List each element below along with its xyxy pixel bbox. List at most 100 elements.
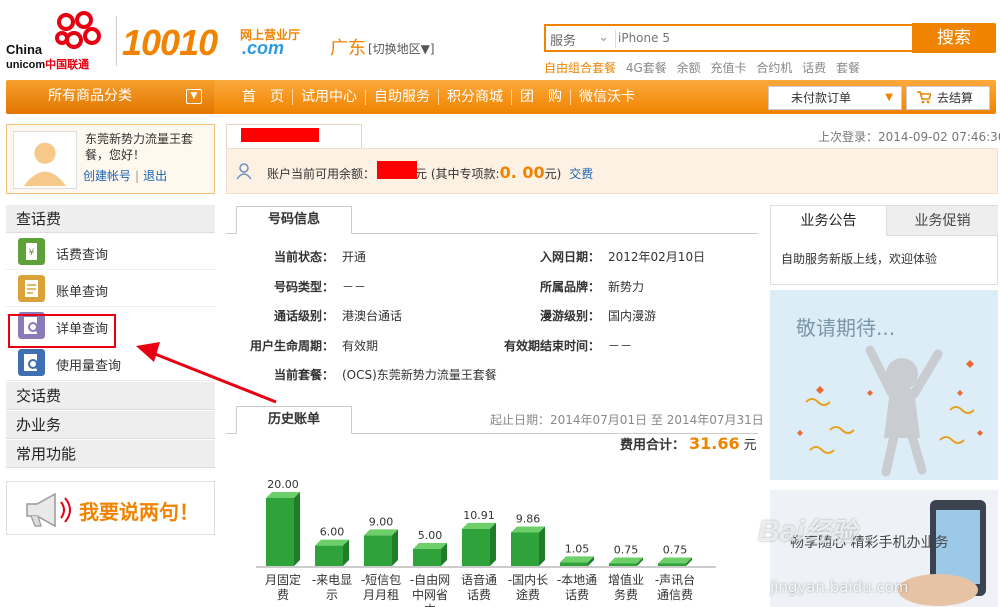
search-category-select[interactable]: 服务 ⌄ — [550, 30, 616, 49]
chart-bar — [609, 557, 643, 566]
balance-bar: 账户当前可用余额：元 (其中专项款:0. 00元) 交费 — [226, 148, 998, 194]
info-join-date: 入网日期： 2012年02月10日 — [539, 250, 706, 264]
info-status: 当前状态： 开通 — [273, 250, 367, 264]
region-switch-link[interactable]: [切换地区▼] — [368, 40, 435, 57]
cart-icon — [917, 91, 931, 104]
chart-category-label: 内 — [424, 603, 436, 607]
chart-category-label: 示 — [326, 588, 338, 602]
tab-bill-history[interactable]: 历史账单 — [236, 406, 352, 434]
chart-bar — [364, 529, 398, 566]
search-input[interactable] — [618, 29, 908, 47]
balance-text: 账户当前可用余额：元 (其中专项款:0. 00元) 交费 — [267, 163, 594, 182]
sidebar-section-query-fees[interactable]: 查话费 — [6, 205, 215, 233]
chart-category-label: 月固定 — [265, 572, 301, 587]
hot-link[interactable]: 充值卡 — [710, 61, 746, 75]
feedback-text: 我要说两句！ — [79, 500, 199, 524]
hot-link[interactable]: 话费 — [802, 61, 826, 75]
chart-value-label: 9.86 — [516, 512, 541, 525]
nav-trial-center[interactable]: 试用中心 — [293, 80, 365, 114]
svg-text:¥: ¥ — [29, 248, 35, 258]
chart-bar — [658, 557, 692, 566]
unpaid-orders-dropdown[interactable]: 未付款订单 ▼ — [768, 86, 902, 110]
sidebar-item-fee-query[interactable]: ¥ 话费查询 — [6, 233, 215, 270]
all-categories-menu[interactable]: 所有商品分类 — [6, 80, 214, 114]
baidu-watermark-url: jingyan.baidu.com — [770, 578, 909, 596]
chart-bar — [413, 543, 447, 566]
chart-category-label: -短信包 — [361, 573, 401, 587]
tab-announcements[interactable]: 业务公告 — [771, 206, 886, 236]
user-links: 创建帐号 | 退出 — [83, 169, 168, 183]
bill-icon — [18, 275, 45, 302]
header: China unicom中国联通 10010 网上营业厅 .com 广东 [切换… — [0, 0, 1000, 80]
main-nav: 所有商品分类 ▼ 首 页 试用中心 自助服务 积分商城 团 购 微信沃卡 未付款… — [6, 80, 996, 114]
logo-china: China — [6, 42, 43, 57]
cheering-figure-icon — [797, 345, 983, 477]
region-name: 广东 — [330, 38, 366, 59]
create-account-link[interactable]: 创建帐号 — [83, 169, 131, 183]
tab-promotions[interactable]: 业务促销 — [886, 206, 998, 236]
tab-number-info[interactable]: 号码信息 — [236, 206, 352, 234]
chart-bar — [511, 526, 545, 566]
chart-category-label: 月月租 — [363, 588, 399, 602]
chart-category-label: -声讯台 — [655, 572, 695, 587]
info-roaming-level: 漫游级别： 国内漫游 — [539, 309, 657, 323]
announcement-panel: 业务公告 业务促销 自助服务新版上线，欢迎体验 — [770, 205, 998, 285]
avatar — [13, 131, 77, 189]
account-tab — [226, 124, 362, 148]
special-amount: 0. 00 — [499, 163, 545, 182]
feedback-banner[interactable]: 我要说两句！ — [6, 481, 215, 535]
nav-points-mall[interactable]: 积分商城 — [439, 80, 511, 114]
chart-value-label: 6.00 — [320, 526, 345, 539]
chart-bar — [266, 492, 300, 566]
hot-link[interactable]: 套餐 — [836, 61, 860, 75]
hot-link[interactable]: 自由组合套餐 — [544, 61, 616, 75]
highlight-box — [8, 314, 116, 348]
nav-home[interactable]: 首 页 — [234, 80, 292, 114]
chart-bar — [462, 522, 496, 566]
megaphone-icon — [26, 492, 71, 528]
logout-link[interactable]: 退出 — [143, 169, 167, 183]
nav-group-buy[interactable]: 团 购 — [512, 80, 570, 114]
phone-fee-icon: ¥ — [18, 238, 45, 265]
search-box: 服务 ⌄ — [544, 24, 914, 52]
nav-wechat-card[interactable]: 微信沃卡 — [571, 80, 643, 114]
announcement-item[interactable]: 自助服务新版上线，欢迎体验 — [781, 250, 937, 267]
logo-divider — [116, 16, 117, 66]
chart-category-label: -本地通 — [557, 573, 597, 587]
coming-soon-banner[interactable]: 敬请期待... — [770, 290, 998, 480]
hot-link[interactable]: 合约机 — [756, 61, 792, 75]
chevron-down-icon[interactable]: ▼ — [186, 89, 202, 104]
chart-value-label: 9.00 — [369, 515, 394, 528]
last-login-time: 上次登录：2014-09-02 07:46:30 — [818, 130, 1000, 144]
sidebar-item-bill-query[interactable]: 账单查询 — [6, 270, 215, 307]
chart-category-label: 增值业 — [608, 572, 644, 587]
nav-self-service[interactable]: 自助服务 — [366, 80, 438, 114]
redacted-balance — [377, 161, 417, 179]
search-button[interactable]: 搜索 — [912, 23, 996, 53]
chart-category-label: 语音通 — [461, 572, 497, 587]
info-current-plan: 当前套餐： (OCS)东莞新势力流量王套餐 — [273, 368, 497, 382]
chart-value-label: 20.00 — [267, 478, 299, 491]
bill-period: 起止日期：2014年07月01日 至 2014年07月31日 — [490, 413, 764, 427]
user-greeting: 东莞新势力流量王套餐，您好！ — [85, 132, 194, 162]
bill-total: 费用合计： 31.66 元 — [620, 434, 757, 453]
chart-value-label: 10.91 — [463, 509, 495, 522]
user-card: 东莞新势力流量王套餐，您好！ 创建帐号 | 退出 — [6, 124, 215, 194]
chart-category-label: -自由网 — [410, 573, 450, 587]
pay-link[interactable]: 交费 — [569, 167, 593, 181]
info-brand: 所属品牌： 新势力 — [539, 280, 645, 294]
unicom-knot-icon — [55, 11, 101, 49]
sidebar-item-label: 账单查询 — [56, 285, 109, 300]
checkout-button[interactable]: 去结算 — [906, 86, 990, 110]
hot-link[interactable]: 4G套餐 — [626, 61, 667, 75]
brand-10010[interactable]: 10010 — [122, 22, 218, 64]
info-expiry: 有效期结束时间： －－ — [503, 339, 633, 353]
unicom-logo[interactable]: China unicom中国联通 — [6, 10, 116, 71]
info-number-type: 号码类型： －－ — [273, 280, 367, 294]
sidebar-section-business[interactable]: 办业务 — [6, 410, 215, 439]
sidebar-section-common[interactable]: 常用功能 — [6, 439, 215, 468]
chart-category-label: -国内长 — [508, 573, 548, 587]
chart-category-label: 通信费 — [657, 588, 693, 602]
bill-bar-chart: 20.00 月固定费 6.00 -来电显示 9.00 -短信包月月租 5.00 -自由网中网省… — [256, 478, 716, 607]
hot-link[interactable]: 余额 — [677, 61, 701, 75]
